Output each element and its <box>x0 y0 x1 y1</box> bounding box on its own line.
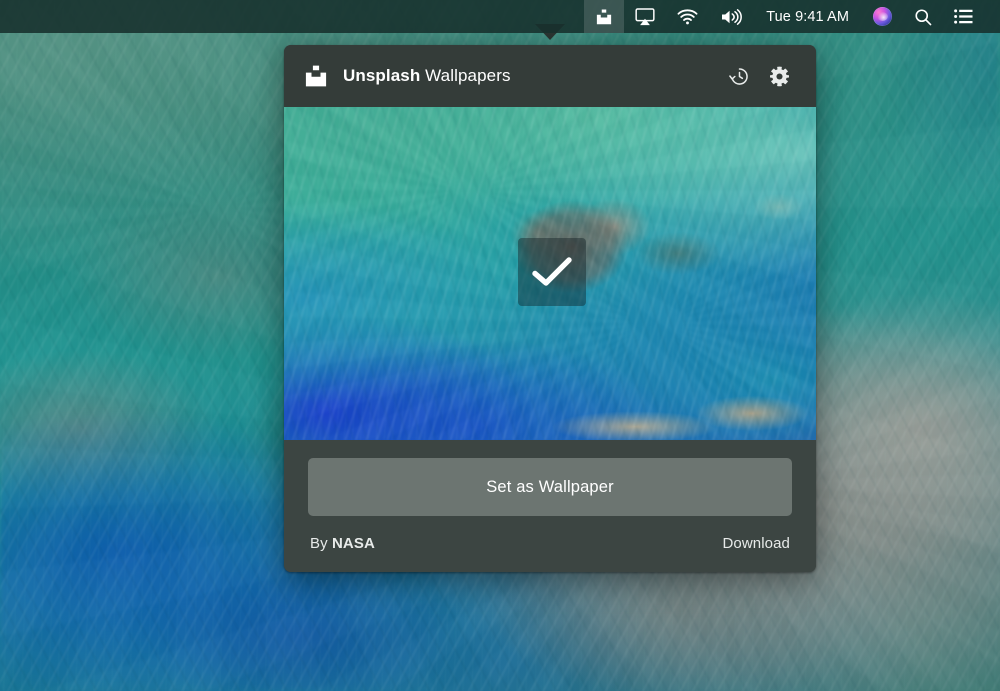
popover-title-bold: Unsplash <box>343 66 421 85</box>
airplay-menu-icon[interactable] <box>624 0 666 33</box>
spotlight-search-icon[interactable] <box>903 0 943 33</box>
credit-author: NASA <box>332 535 375 552</box>
history-clock-icon[interactable] <box>722 59 756 93</box>
siri-menu-icon[interactable] <box>862 0 903 33</box>
popover-footer: By NASA Download <box>308 535 792 552</box>
selected-overlay <box>518 238 586 306</box>
download-link[interactable]: Download <box>722 535 790 552</box>
credit-prefix: By <box>310 535 328 552</box>
unsplash-menu-icon[interactable] <box>584 0 625 33</box>
macos-menu-bar: Tue 9:41 AM <box>0 0 1000 33</box>
checkmark-icon <box>532 257 572 286</box>
menu-bar-status-items: Tue 9:41 AM <box>584 0 984 33</box>
unsplash-wallpapers-popover: Unsplash Wallpapers Set as Wallpaper By … <box>284 45 816 572</box>
set-as-wallpaper-button[interactable]: Set as Wallpaper <box>308 458 792 516</box>
popover-title: Unsplash Wallpapers <box>343 66 511 86</box>
wifi-menu-icon[interactable] <box>666 0 709 33</box>
siri-orb-icon <box>873 7 892 26</box>
desktop-screen: Tue 9:41 AM Unsplash Wallpapers Set as W… <box>0 0 1000 691</box>
photo-credit: By NASA <box>310 535 375 552</box>
notification-center-icon[interactable] <box>943 0 984 33</box>
volume-menu-icon[interactable] <box>709 0 753 33</box>
menu-bar-clock[interactable]: Tue 9:41 AM <box>753 9 862 25</box>
popover-title-regular: Wallpapers <box>425 66 511 85</box>
popover-actions: Set as Wallpaper By NASA Download <box>284 440 816 572</box>
unsplash-icon <box>304 64 328 88</box>
wallpaper-preview-image[interactable] <box>284 107 816 440</box>
popover-header: Unsplash Wallpapers <box>284 45 816 107</box>
gear-icon[interactable] <box>762 59 796 93</box>
